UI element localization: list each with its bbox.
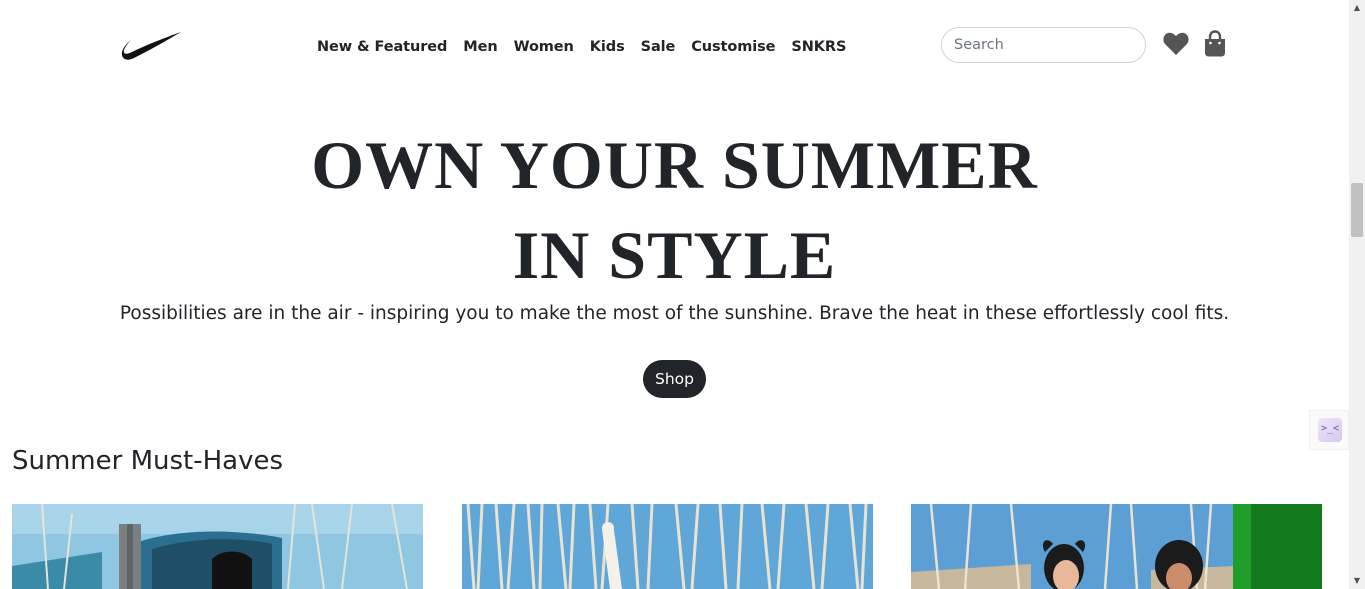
hero-title: OWN YOUR SUMMER IN STYLE <box>0 120 1349 300</box>
shop-button[interactable]: Shop <box>643 360 706 398</box>
hero-title-line-1: OWN YOUR SUMMER <box>311 127 1038 203</box>
scrollbar-thumb[interactable] <box>1351 183 1363 237</box>
shopping-bag-icon[interactable] <box>1202 30 1228 58</box>
hero-title-line-2: IN STYLE <box>512 217 837 293</box>
summer-card-2[interactable] <box>462 504 873 589</box>
scroll-up-arrow-icon[interactable]: ▲ <box>1349 0 1365 16</box>
nav-sale[interactable]: Sale <box>633 39 684 55</box>
nav-new-featured[interactable]: New & Featured <box>309 39 455 55</box>
nav-kids[interactable]: Kids <box>582 39 633 55</box>
nav-men[interactable]: Men <box>455 39 505 55</box>
summer-card-1-image <box>12 504 423 589</box>
nike-swoosh-logo[interactable] <box>120 30 182 62</box>
main-nav: New & Featured Men Women Kids Sale Custo… <box>309 36 854 58</box>
search-input[interactable] <box>941 27 1146 63</box>
summer-card-2-image <box>462 504 873 589</box>
extension-widget[interactable]: >_< <box>1309 410 1349 450</box>
nav-customise[interactable]: Customise <box>683 39 783 55</box>
nav-snkrs[interactable]: SNKRS <box>783 39 854 55</box>
scroll-down-arrow-icon[interactable]: ▼ <box>1349 573 1365 589</box>
hero-subtitle: Possibilities are in the air - inspiring… <box>119 303 1230 324</box>
section-title: Summer Must-Haves <box>12 446 284 476</box>
extension-widget-icon: >_< <box>1318 418 1342 442</box>
summer-card-3-image <box>911 504 1322 589</box>
summer-card-1[interactable] <box>12 504 423 589</box>
heart-icon[interactable] <box>1162 31 1190 57</box>
nav-women[interactable]: Women <box>506 39 582 55</box>
vertical-scrollbar[interactable]: ▲ ▼ <box>1349 0 1365 589</box>
summer-card-3[interactable] <box>911 504 1322 589</box>
page: New & Featured Men Women Kids Sale Custo… <box>0 0 1349 589</box>
